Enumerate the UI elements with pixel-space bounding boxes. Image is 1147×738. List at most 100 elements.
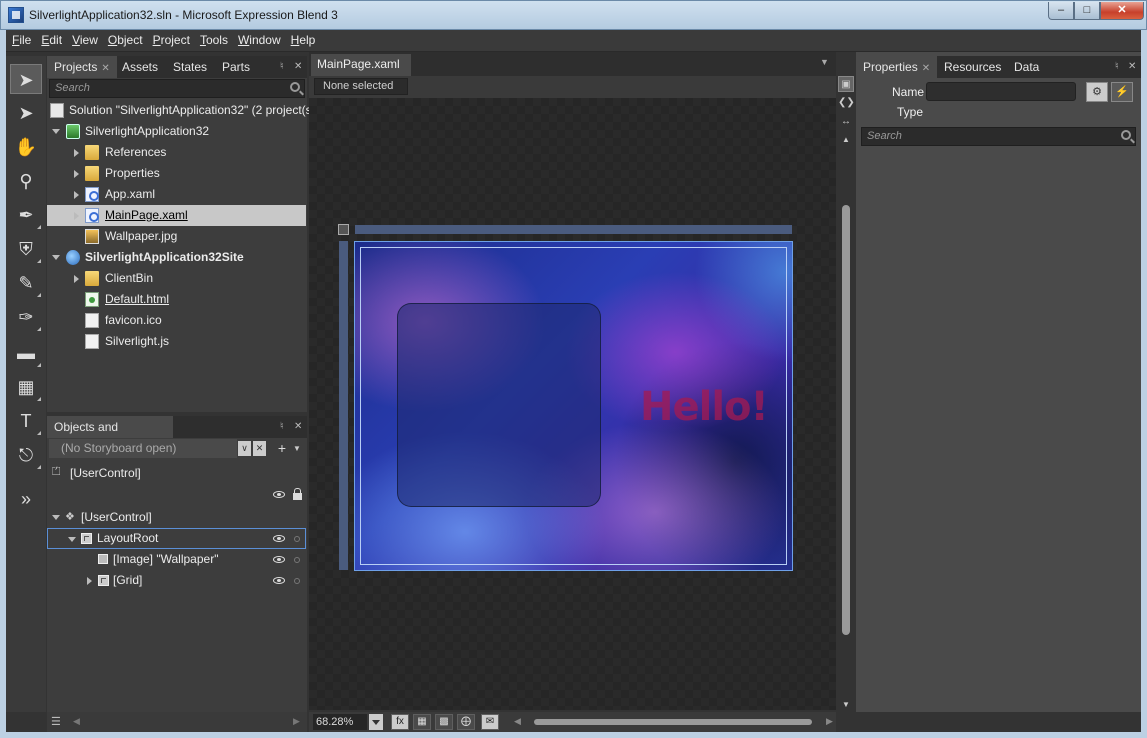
events-view-icon[interactable]: ⚡	[1111, 82, 1133, 102]
scope-usercontrol[interactable]: ⏍ [UserControl]	[47, 463, 307, 484]
properties-search-input[interactable]: Search	[861, 127, 1136, 146]
text-tool-icon[interactable]: T	[10, 406, 42, 436]
close-panel-icon[interactable]: ✕	[1128, 61, 1136, 72]
tab-states[interactable]: States	[166, 56, 214, 78]
effects-toggle-icon[interactable]: fx	[391, 714, 409, 730]
hello-textblock[interactable]: Hello!	[640, 384, 769, 430]
column-ruler[interactable]	[355, 225, 792, 234]
scroll-left-icon[interactable]: ◀	[73, 716, 80, 727]
design-view-icon[interactable]: ▣	[838, 76, 854, 92]
menu-object[interactable]: Object	[104, 30, 147, 51]
storyboard-options-icon[interactable]: ▼	[293, 439, 303, 458]
tab-mainpage-xaml[interactable]: MainPage.xaml ✕	[311, 54, 411, 92]
tree-item-wallpaper[interactable]: Wallpaper.jpg	[47, 226, 307, 247]
tree-item-silverlight-js[interactable]: Silverlight.js	[47, 331, 307, 352]
tree-item-properties[interactable]: Properties	[47, 163, 307, 184]
xaml-view-icon[interactable]: ❮❯	[838, 95, 855, 111]
tree-item-solution[interactable]: Solution "SilverlightApplication32" (2 p…	[47, 100, 320, 121]
close-tab-icon[interactable]: ✕	[922, 63, 930, 74]
pin-icon[interactable]: ♮	[280, 61, 284, 72]
app-icon[interactable]	[8, 7, 24, 23]
object-item-grid[interactable]: [Grid]	[47, 570, 307, 591]
selection-tool-icon[interactable]: ➤	[10, 64, 42, 94]
eye-icon[interactable]	[273, 491, 285, 498]
collapse-arrow-icon[interactable]	[52, 255, 60, 260]
menu-file[interactable]: File	[8, 30, 35, 51]
expand-arrow-icon[interactable]	[87, 577, 92, 585]
tab-projects[interactable]: Projects ✕	[47, 56, 117, 78]
lock-toggle-icon[interactable]	[294, 536, 300, 542]
tree-item-clientbin[interactable]: ClientBin	[47, 268, 307, 289]
control-tool-icon[interactable]: ⎋	[10, 440, 42, 470]
selection-breadcrumb[interactable]: None selected	[314, 78, 408, 95]
row-ruler[interactable]	[339, 241, 348, 570]
snap-to-lines-icon[interactable]: ⨁	[457, 714, 475, 730]
expand-arrow-icon[interactable]	[74, 170, 79, 178]
menu-view[interactable]: View	[68, 30, 102, 51]
tree-item-references[interactable]: References	[47, 142, 307, 163]
projects-search-input[interactable]: Search	[49, 79, 305, 98]
expand-arrow-icon[interactable]	[74, 212, 79, 220]
storyboard-dropdown-icon[interactable]: ∨	[238, 441, 251, 456]
tab-properties[interactable]: Properties ✕	[856, 56, 938, 78]
scroll-down-icon[interactable]: ▼	[838, 697, 854, 713]
collapse-arrow-icon[interactable]	[68, 537, 76, 542]
tab-assets[interactable]: Assets	[115, 56, 165, 78]
menu-window[interactable]: Window	[234, 30, 285, 51]
pen-tool-icon[interactable]: ✑	[10, 302, 42, 332]
close-button[interactable]: ✕	[1100, 2, 1144, 20]
zoom-tool-icon[interactable]: ⚲	[10, 166, 42, 196]
annotations-icon[interactable]: ✉	[481, 714, 499, 730]
tree-item-default-html[interactable]: Default.html	[47, 289, 307, 310]
collapse-arrow-icon[interactable]	[52, 515, 60, 520]
horizontal-scrollbar-thumb[interactable]	[534, 719, 812, 725]
close-tab-icon[interactable]: ✕	[101, 63, 109, 74]
tree-item-favicon[interactable]: favicon.ico	[47, 310, 307, 331]
object-item-layoutroot[interactable]: LayoutRoot	[47, 528, 306, 549]
new-storyboard-icon[interactable]: +	[275, 439, 289, 458]
tab-data[interactable]: Data	[1007, 56, 1046, 78]
minimize-button[interactable]: –	[1048, 2, 1074, 20]
properties-view-icon[interactable]: ⚙	[1086, 82, 1108, 102]
tree-item-app-xaml[interactable]: App.xaml	[47, 184, 307, 205]
pencil-tool-icon[interactable]: ✎	[10, 268, 42, 298]
pan-tool-icon[interactable]: ✋	[10, 132, 42, 162]
lock-toggle-icon[interactable]	[294, 578, 300, 584]
lock-icon[interactable]	[293, 488, 302, 500]
zoom-dropdown-icon[interactable]	[369, 714, 383, 730]
grid-tool-icon[interactable]: ▦	[10, 372, 42, 402]
object-item-usercontrol[interactable]: ❖ [UserControl]	[47, 507, 307, 528]
tree-item-mainpage-xaml[interactable]: MainPage.xaml	[47, 205, 306, 226]
tab-resources[interactable]: Resources	[937, 56, 1008, 78]
eye-icon[interactable]	[273, 577, 285, 584]
scope-up-icon[interactable]: ⏍	[52, 467, 64, 478]
object-item-image-wallpaper[interactable]: [Image] "Wallpaper"	[47, 549, 307, 570]
pin-icon[interactable]: ♮	[1115, 61, 1119, 72]
scroll-right-icon[interactable]: ▶	[826, 716, 833, 727]
paint-bucket-tool-icon[interactable]: ⛨	[10, 234, 42, 264]
menu-project[interactable]: Project	[149, 30, 194, 51]
maximize-button[interactable]: □	[1074, 2, 1100, 20]
tree-item-site-project[interactable]: SilverlightApplication32Site	[47, 247, 307, 268]
rectangle-tool-icon[interactable]: ▬	[10, 338, 42, 368]
collapse-arrow-icon[interactable]	[52, 129, 60, 134]
scroll-up-icon[interactable]: ▲	[838, 132, 854, 148]
eyedropper-tool-icon[interactable]: ✒	[10, 200, 42, 230]
close-panel-icon[interactable]: ✕	[294, 421, 302, 432]
lock-toggle-icon[interactable]	[294, 557, 300, 563]
tab-objects-timeline[interactable]: Objects and Timeline	[47, 416, 173, 456]
scroll-left-icon[interactable]: ◀	[514, 716, 521, 727]
menu-edit[interactable]: Edit	[37, 30, 66, 51]
zoom-field[interactable]: 68.28%	[313, 714, 367, 730]
panel-options-icon[interactable]: ☰	[51, 715, 61, 728]
name-input[interactable]	[926, 82, 1076, 101]
expand-arrow-icon[interactable]	[74, 191, 79, 199]
close-storyboard-icon[interactable]: ✕	[253, 441, 266, 456]
scroll-right-icon[interactable]: ▶	[293, 716, 300, 727]
menu-tools[interactable]: Tools	[196, 30, 232, 51]
rounded-rectangle[interactable]	[397, 303, 601, 507]
asset-library-icon[interactable]: »	[10, 484, 42, 514]
pin-icon[interactable]: ♮	[280, 421, 284, 432]
vertical-scrollbar-thumb[interactable]	[842, 205, 850, 635]
tree-item-project[interactable]: SilverlightApplication32	[47, 121, 307, 142]
